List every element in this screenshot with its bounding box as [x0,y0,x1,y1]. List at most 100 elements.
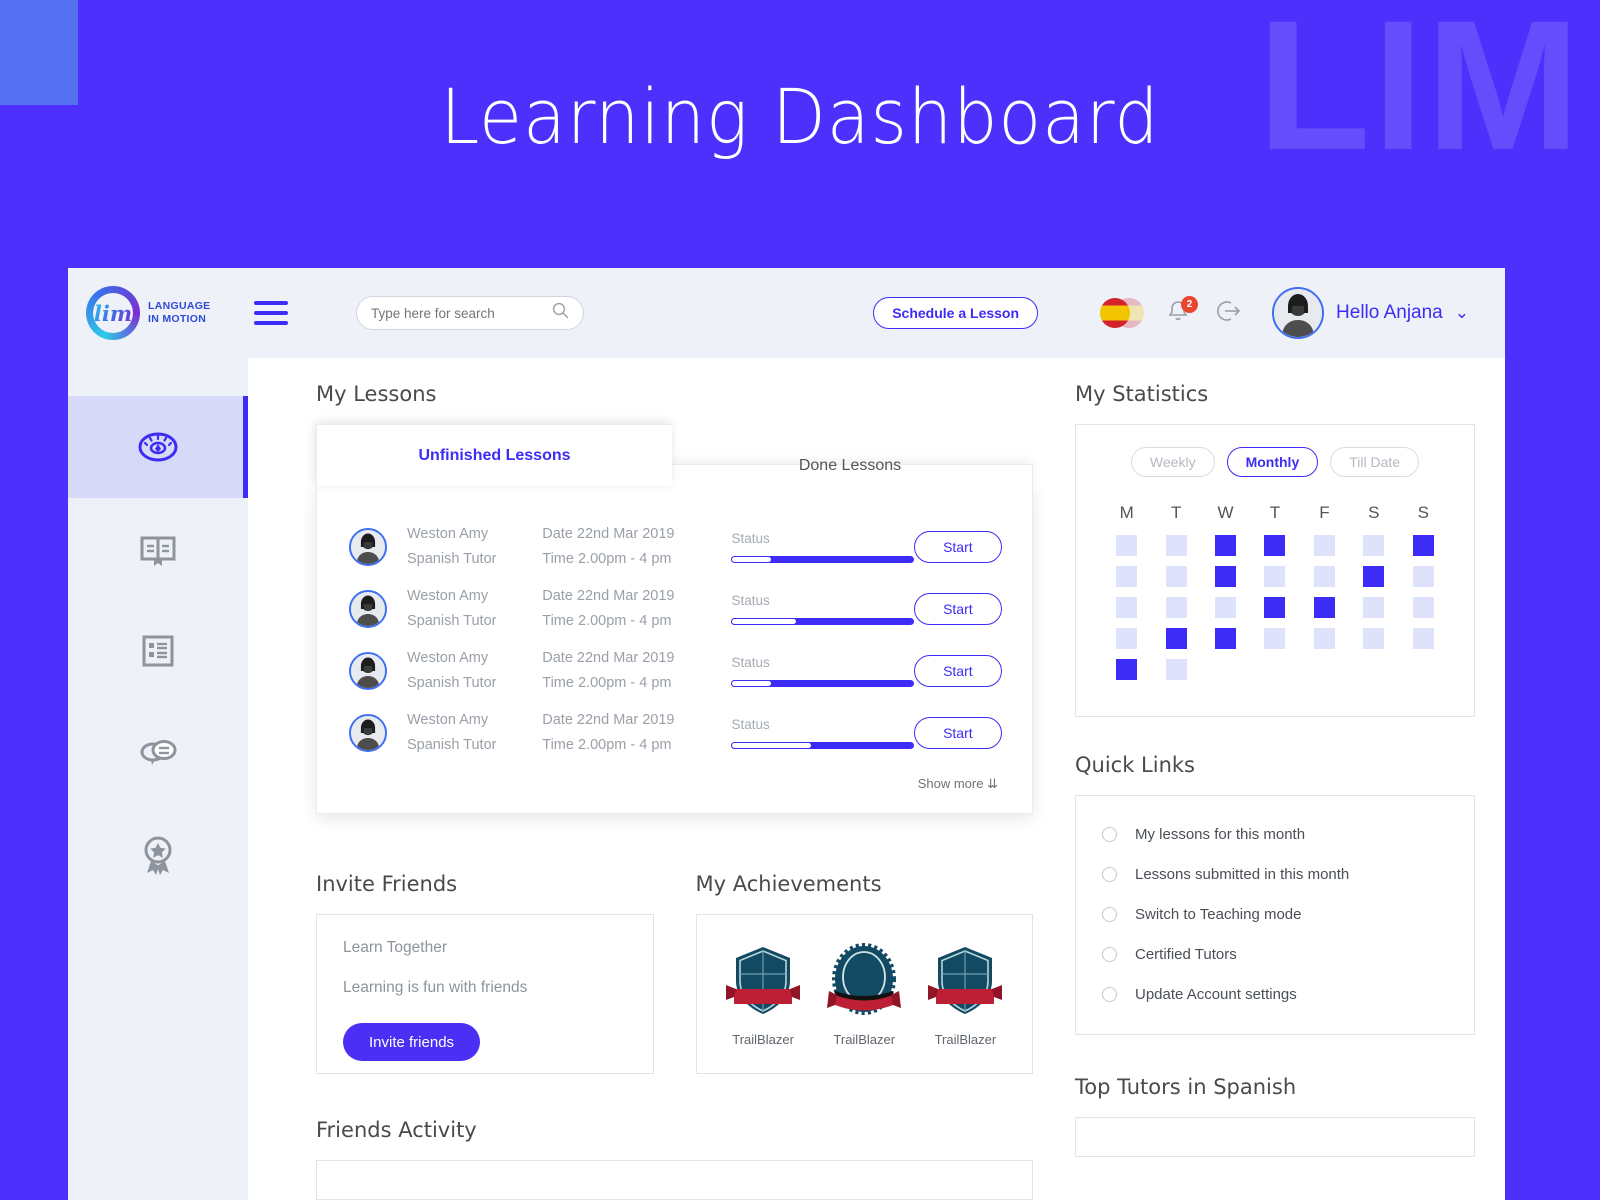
calendar-cell[interactable] [1399,535,1448,556]
brand-wordmark: LANGUAGE IN MOTION [148,300,210,326]
calendar-cell[interactable] [1300,566,1349,587]
calendar-cell[interactable] [1300,628,1349,649]
calendar-cell[interactable] [1102,628,1151,649]
tutor-role: Spanish Tutor [407,675,497,691]
hamburger-line [254,301,288,305]
calendar-cell[interactable] [1349,628,1398,649]
activity-square-inactive [1313,628,1335,649]
calendar-cell[interactable] [1151,535,1200,556]
tab-done-lessons[interactable]: Done Lessons [672,446,1028,486]
quick-link-item[interactable]: Update Account settings [1102,974,1448,1014]
calendar-cell[interactable] [1151,597,1200,618]
invite-friends-button[interactable]: Invite friends [343,1023,481,1061]
search-icon[interactable] [552,302,569,324]
table-row: Weston Amy Spanish Tutor Date 22nd Mar 2… [349,516,1002,578]
start-button[interactable]: Start [913,717,1002,749]
radio-icon[interactable] [1102,906,1117,922]
activity-square-inactive [1165,566,1187,587]
calendar-cell[interactable] [1151,566,1200,587]
sidebar-item-messages[interactable] [68,702,248,804]
lesson-status-cell: Status [731,593,914,625]
start-button[interactable]: Start [913,593,1002,625]
activity-square-active [1264,597,1286,618]
calendar-cell[interactable] [1102,535,1151,556]
calendar-cell[interactable] [1201,597,1250,618]
radio-icon[interactable] [1102,946,1117,962]
hamburger-line [254,311,288,315]
lower-cards-row: Invite Friends Learn Together Learning i… [316,872,1033,1074]
list-item[interactable]: TrailBlazer [917,941,1013,1059]
schedule-lesson-button[interactable]: Schedule a Lesson [873,297,1039,329]
achievements-section: My Achievements TrailBlazer TrailBlazer … [695,872,1033,1074]
range-monthly-button[interactable]: Monthly [1226,447,1319,477]
search-input[interactable] [371,305,552,321]
quick-link-item[interactable]: Switch to Teaching mode [1102,894,1448,934]
list-item[interactable]: TrailBlazer [816,941,912,1059]
sidebar-item-achievements[interactable] [68,804,248,906]
calendar-cell[interactable] [1349,597,1398,618]
sidebar-item-courses[interactable] [68,498,248,600]
activity-square-empty [1314,659,1335,680]
calendar-cell[interactable] [1250,597,1299,618]
calendar-cell[interactable] [1399,597,1448,618]
sidebar-item-dashboard[interactable] [68,396,248,498]
calendar-cell[interactable] [1399,566,1448,587]
dashboard-content: My Lessons Unfinished Lessons Done Lesso… [248,358,1505,1200]
calendar-cell[interactable] [1349,535,1398,556]
user-profile-menu[interactable]: Hello Anjana ⌄ [1272,287,1469,339]
calendar-cell[interactable] [1250,628,1299,649]
logout-icon[interactable] [1214,297,1242,330]
chevron-down-icon[interactable]: ⌄ [1455,303,1469,323]
progress-bar [731,680,914,687]
quick-link-item[interactable]: Lessons submitted in this month [1102,854,1448,894]
topbar: Schedule a Lesson 2 [248,268,1505,358]
search-box[interactable] [356,296,584,330]
calendar-cell[interactable] [1300,597,1349,618]
shield-badge-icon [726,947,801,1023]
calendar-cell[interactable] [1201,628,1250,649]
calendar-cell[interactable] [1102,597,1151,618]
calendar-cell[interactable] [1201,535,1250,556]
quick-link-label: Switch to Teaching mode [1135,905,1302,923]
lim-logo-icon: lim [86,286,140,340]
calendar-cell[interactable] [1250,566,1299,587]
checklist-icon [139,632,177,670]
progress-bar-remaining [731,556,772,563]
calendar-cell[interactable] [1201,566,1250,587]
calendar-cell[interactable] [1102,566,1151,587]
hamburger-icon[interactable] [254,301,288,325]
list-item[interactable]: TrailBlazer [715,941,811,1059]
start-button[interactable]: Start [913,531,1002,563]
avatar [349,528,387,566]
spain-flag-icon[interactable] [1100,298,1145,328]
sidebar-item-assignments[interactable] [68,600,248,702]
calendar-cell[interactable] [1102,659,1151,680]
calendar-cell[interactable] [1349,566,1398,587]
calendar-week-row [1102,535,1448,556]
day-header: F [1319,503,1330,522]
status-label: Status [731,593,770,608]
radio-icon[interactable] [1102,866,1117,882]
range-till-date-button[interactable]: Till Date [1330,447,1420,477]
calendar-cell[interactable] [1399,628,1448,649]
calendar-cell[interactable] [1151,659,1200,680]
radio-icon[interactable] [1102,986,1117,1002]
calendar-cell[interactable] [1300,535,1349,556]
activity-square-inactive [1313,566,1335,587]
shield-badge-icon [928,947,1003,1023]
quick-link-item[interactable]: My lessons for this month [1102,814,1448,854]
calendar-cell[interactable] [1151,628,1200,649]
lessons-tabs: Unfinished Lessons Done Lessons [316,424,1033,486]
start-button[interactable]: Start [913,655,1002,687]
show-more-link[interactable]: Show more ⇊ [317,764,1032,792]
range-weekly-button[interactable]: Weekly [1130,447,1215,477]
calendar-cell[interactable] [1250,535,1299,556]
radio-icon[interactable] [1102,826,1117,842]
brand-logo[interactable]: lim LANGUAGE IN MOTION [68,268,248,358]
table-row: Weston Amy Spanish Tutor Date 22nd Mar 2… [349,640,1002,702]
day-header: S [1417,503,1429,522]
notifications-bell[interactable]: 2 [1166,296,1199,328]
tab-unfinished-lessons[interactable]: Unfinished Lessons [316,424,672,486]
quick-link-item[interactable]: Certified Tutors [1102,934,1448,974]
invite-heading: Learn Together [343,939,447,956]
